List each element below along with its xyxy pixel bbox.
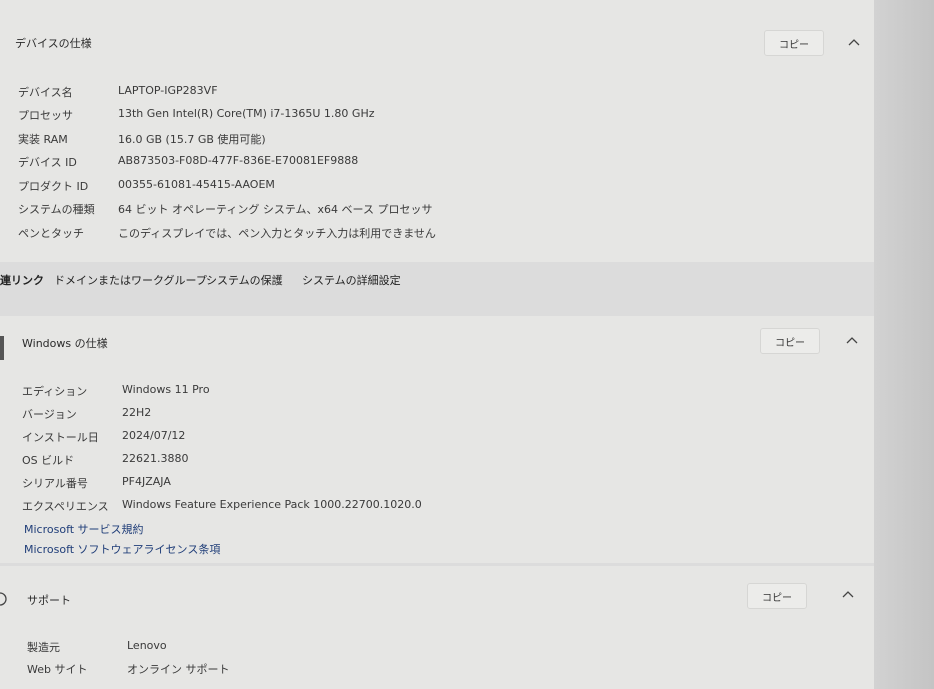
spec-key: ペンとタッチ	[18, 227, 84, 240]
spec-row-install-date: インストール日 2024/07/12	[22, 429, 185, 445]
chevron-up-icon[interactable]	[840, 586, 856, 602]
link-system-protection[interactable]: システムの保護	[206, 272, 283, 288]
spec-row-website: Web サイト オンライン サポート	[27, 661, 230, 677]
spec-key: エディション	[22, 385, 88, 398]
chevron-up-icon[interactable]	[844, 332, 860, 348]
windows-spec-title: Windows の仕様	[22, 337, 108, 350]
panel-edge-mark	[0, 336, 4, 360]
spec-key: デバイス ID	[18, 156, 77, 169]
spec-row-product-id: プロダクト ID 00355-61081-45415-AAOEM	[18, 178, 275, 194]
spec-key: プロダクト ID	[18, 180, 89, 193]
spec-key: 製造元	[27, 641, 60, 654]
spec-key: プロセッサ	[18, 109, 73, 122]
chevron-up-icon[interactable]	[846, 34, 862, 50]
spec-value: AB873503-F08D-477F-836E-E70081EF9888	[118, 154, 359, 167]
support-panel: サポート コピー 製造元 Lenovo Web サイト オンライン サポート	[0, 566, 874, 689]
device-spec-panel: デバイスの仕様 コピー デバイス名 LAPTOP-IGP283VF プロセッサ …	[0, 0, 874, 262]
spec-key: 実装 RAM	[18, 133, 68, 146]
spec-row-edition: エディション Windows 11 Pro	[22, 383, 210, 399]
spec-value: 13th Gen Intel(R) Core(TM) i7-1365U 1.80…	[118, 107, 375, 120]
spec-key: Web サイト	[27, 663, 88, 676]
spec-value: 22621.3880	[122, 452, 189, 465]
related-links-label: 連リンク	[0, 274, 44, 287]
link-advanced-system-settings[interactable]: システムの詳細設定	[302, 272, 401, 288]
spec-row-system-type: システムの種類 64 ビット オペレーティング システム、x64 ベース プロセ…	[18, 201, 432, 217]
spec-row-device-id: デバイス ID AB873503-F08D-477F-836E-E70081EF…	[18, 154, 358, 170]
spec-key: デバイス名	[18, 86, 73, 99]
spec-value: このディスプレイでは、ペン入力とタッチ入力は利用できません	[118, 227, 436, 240]
spec-row-manufacturer: 製造元 Lenovo	[27, 639, 167, 655]
windows-spec-panel: Windows の仕様 コピー エディション Windows 11 Pro バー…	[0, 316, 874, 563]
support-title: サポート	[27, 594, 71, 607]
spec-row-experience: エクスペリエンス Windows Feature Experience Pack…	[22, 498, 422, 514]
spec-key: インストール日	[22, 431, 99, 444]
spec-value: Lenovo	[127, 639, 167, 652]
spec-value: Windows Feature Experience Pack 1000.227…	[122, 498, 422, 511]
spec-value: PF4JZAJA	[122, 475, 171, 488]
spec-row-device-name: デバイス名 LAPTOP-IGP283VF	[18, 84, 218, 100]
spec-key: システムの種類	[18, 203, 95, 216]
link-microsoft-license-terms[interactable]: Microsoft ソフトウェアライセンス条項	[24, 541, 220, 557]
link-domain-workgroup[interactable]: ドメインまたはワークグループ	[54, 272, 207, 288]
spec-row-serial-number: シリアル番号 PF4JZAJA	[22, 475, 171, 491]
spec-row-pen-touch: ペンとタッチ このディスプレイでは、ペン入力とタッチ入力は利用できません	[18, 225, 436, 241]
spec-value: 64 ビット オペレーティング システム、x64 ベース プロセッサ	[118, 203, 433, 216]
spec-row-ram: 実装 RAM 16.0 GB (15.7 GB 使用可能)	[18, 131, 266, 147]
spec-value: 00355-61081-45415-AAOEM	[118, 178, 275, 191]
device-spec-copy-button[interactable]: コピー	[764, 30, 824, 56]
spec-value: 22H2	[122, 406, 152, 419]
spec-key: シリアル番号	[22, 477, 88, 490]
background-edge	[874, 0, 934, 689]
spec-key: OS ビルド	[22, 454, 75, 467]
spec-row-os-build: OS ビルド 22621.3880	[22, 452, 188, 468]
link-microsoft-services-agreement[interactable]: Microsoft サービス規約	[24, 521, 144, 537]
device-spec-title: デバイスの仕様	[15, 37, 92, 50]
support-copy-button[interactable]: コピー	[747, 583, 807, 609]
spec-value: 2024/07/12	[122, 429, 186, 442]
windows-spec-copy-button[interactable]: コピー	[760, 328, 820, 354]
spec-value: Windows 11 Pro	[122, 383, 210, 396]
spec-value: LAPTOP-IGP283VF	[118, 84, 218, 97]
spec-value[interactable]: オンライン サポート	[127, 661, 230, 677]
spec-key: エクスペリエンス	[22, 500, 109, 513]
spec-value: 16.0 GB (15.7 GB 使用可能)	[118, 133, 266, 146]
spec-key: バージョン	[22, 408, 77, 421]
support-info-icon	[0, 591, 10, 607]
spec-row-processor: プロセッサ 13th Gen Intel(R) Core(TM) i7-1365…	[18, 107, 375, 123]
spec-row-version: バージョン 22H2	[22, 406, 151, 422]
